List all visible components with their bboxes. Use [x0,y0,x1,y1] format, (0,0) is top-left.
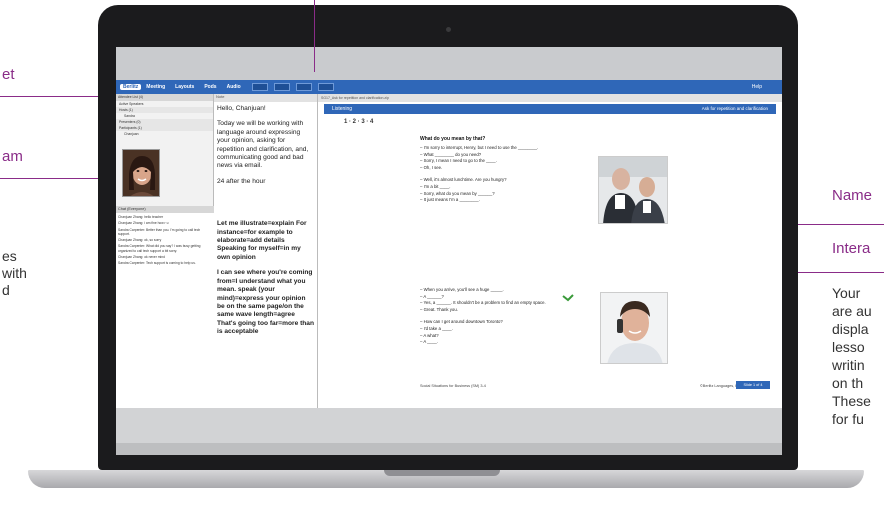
dialog-line: – Oh, I see. [420,164,443,170]
file-title: SG17_Ask for repetition and clarificatio… [318,94,782,102]
notes-content[interactable]: Hello, Chanjuan! Today we will be workin… [214,102,317,347]
dialog-line: – A what? [420,332,439,338]
notes-panel: Note Hello, Chanjuan! Today we will be w… [214,94,415,408]
tab-listening-label: Listening [332,106,353,112]
callout-right-5: displa [832,321,869,337]
dialog-block-1: – I'm sorry to interrupt, Henry, but I n… [420,145,570,204]
menubar: Berlitz Meeting Layouts Pods Audio Help [116,80,782,94]
dialog-line: – Great. Thank you. [420,306,458,312]
footer-course: Social Situations for Business (SM) 3-4 [420,384,486,388]
webcam-video [122,149,160,197]
notes-paragraph: Today we will be working with language a… [217,120,309,170]
phone-man-image [601,293,667,363]
chat-message: Chanjuan Zhang: ok, so sorry [118,238,162,243]
chat-message: Sandra Carpenter: Tech support is coming… [118,261,196,266]
participant-face-icon [123,150,159,196]
audio-arrow-icon[interactable] [562,294,574,302]
lesson-title-bar: Ask for repetition and clarification [366,104,776,114]
callout-right-2: Intera [832,240,871,257]
attendee-list-header: Attendee List (4) [116,94,213,101]
status-control[interactable] [317,83,334,91]
notes-paragraph: I can see where you're coming from=I und… [217,269,314,336]
callout-right-7: writin [832,357,865,373]
dialog-line: – It just means I'm a ________. [420,197,480,203]
chat-message: Sandra Carpenter: What did you say? I wa… [118,244,201,253]
dialog-line: – Yes, a ______. It shouldn't be a probl… [420,300,546,306]
menu-meeting[interactable]: Meeting [141,84,170,90]
notes-paragraph: 24 after the hour [217,177,266,185]
callout-right-1: Name [832,187,873,204]
chat-log: Chanjuan Zhang: hello teacher Chanjuan Z… [116,213,214,408]
dialog-line: – A ____. [420,339,438,345]
tab-listening[interactable]: Listening [324,104,366,114]
dialog-line: – Sorry, what do you mean by ______? [420,190,495,196]
slide-indicator-button[interactable]: Slide 1 of 4 [736,381,770,389]
chat-message: Chanjuan Zhang: hello teacher [118,215,164,219]
speaker-control[interactable] [251,83,268,91]
attendee-row[interactable]: Chanjuan [116,131,213,137]
callout-right-9: These [832,393,871,409]
business-men-image [599,157,667,223]
notes-paragraph: Hello, Chanjuan! [217,105,266,112]
notes-paragraph: Let me illustrate=explain For instance=f… [217,220,307,261]
page-navigator[interactable]: 1 · 2 · 3 · 4 [344,119,373,125]
callout-left-3: es [2,248,17,264]
dialog-line: – I'm a bit ____. [420,183,451,189]
callout-left-4: with [2,265,27,281]
camera-control[interactable] [295,83,312,91]
dialog-line: – A ______? [420,293,444,299]
marketing-stage: et am es with d Name Intera Your are au … [0,0,884,514]
callout-left-2: am [2,148,23,165]
menu-pods[interactable]: Pods [199,84,221,90]
content-panel: SG17_Ask for repetition and clarificatio… [318,94,782,408]
business-men-photo [598,156,668,224]
callout-right-6: lesso [832,339,865,355]
attendee-panel: Attendee List (4) Active Speakers Hosts … [116,94,214,408]
dialog-line: – How can I get around downtown Toronto? [420,319,503,325]
dialog-line: – Sorry, I mean I need to go to the ____… [420,158,497,164]
callout-left-5: d [2,282,10,298]
callout-left-1: et [2,66,15,83]
callout-right-8: on th [832,375,864,391]
chat-message: Chanjuan Zhang: ok never mind [118,255,165,260]
callout-line-top [314,0,315,72]
screen: Berlitz Meeting Layouts Pods Audio Help … [116,47,782,455]
brand-logo[interactable]: Berlitz [120,84,142,90]
callout-right-3: Your [832,285,861,301]
menu-audio[interactable]: Audio [222,84,246,90]
dialog-block-2: – When you arrive, you'll see a huge ___… [420,287,570,346]
dialog-line: – What ________ do you need? [420,151,482,157]
dialog-line: – When you arrive, you'll see a huge ___… [420,287,504,292]
laptop-notch [384,470,500,476]
dialog-line: – I'd take a ____. [420,325,453,331]
webcam-icon [446,27,451,32]
phone-man-photo [600,292,668,364]
screen-bottom-shade [116,443,782,455]
screen-top-area [116,47,782,80]
chat-message: Chanjuan Zhang: i am fine how r u [118,221,169,226]
notes-header: Note [214,94,317,102]
help-menu[interactable]: Help [752,84,782,90]
chat-header: Chat (Everyone) [116,206,214,213]
callout-right-4: are au [832,303,872,319]
slide-title: What do you mean by that? [420,136,486,142]
dialog-line: – Well, it's almost lunchtime. Are you h… [420,177,507,183]
menu-layouts[interactable]: Layouts [170,84,199,90]
callout-right-10: for fu [832,411,864,427]
microphone-control[interactable] [273,83,290,91]
dialog-line: – I'm sorry to interrupt, Henry, but I n… [420,145,539,150]
chat-message: Sandra Carpenter: Better than you. I'm g… [118,227,201,236]
